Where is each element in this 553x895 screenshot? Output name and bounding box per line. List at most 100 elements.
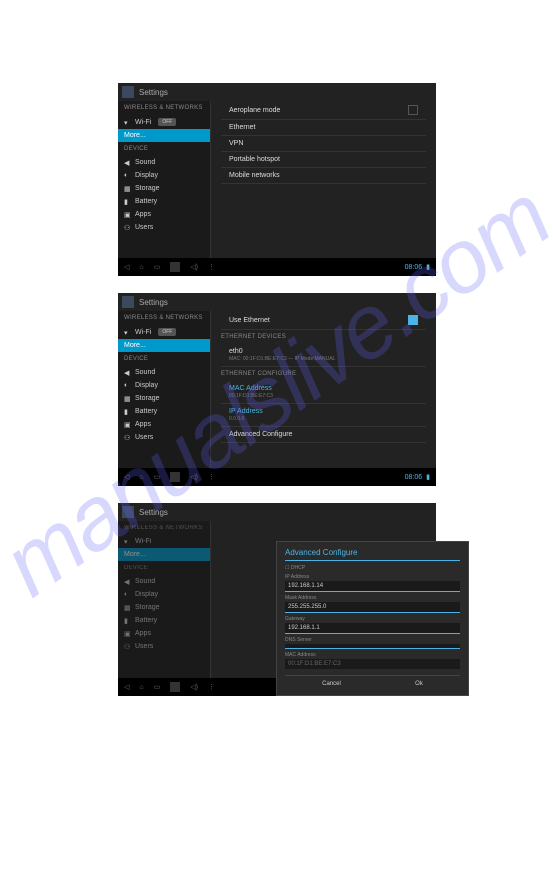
sidebar-item-more[interactable]: More... [118,129,210,142]
back-icon[interactable]: ◁ [124,473,129,481]
sidebar-item-storage[interactable]: ▦Storage [118,392,210,405]
row-ethernet[interactable]: Ethernet [221,120,426,136]
recent-icon[interactable]: ▭ [154,683,161,691]
sidebar-item-sound: ◀Sound [118,575,210,588]
clock: 08:06 [405,264,423,271]
mask-label: Mask Address [285,595,460,601]
gateway-label: Gateway [285,616,460,622]
app-header: Settings [118,293,436,311]
sidebar-item-wifi[interactable]: ▾Wi-FiOFF [118,325,210,339]
home-icon[interactable]: ⌂ [139,474,143,481]
settings-icon [122,296,134,308]
dhcp-checkbox-label[interactable]: ☐ DHCP [285,565,460,571]
screenshot-1: Settings WIRELESS & NETWORKS ▾Wi-FiOFF M… [118,83,436,276]
mask-field[interactable]: 255.255.255.0 [285,602,460,613]
nav-bar: ◁ ⌂ ▭ ◁) ⋮ 08:06▮ [118,468,436,486]
mac-label: MAC Address [285,652,460,658]
screenshot-icon[interactable] [170,682,180,692]
ok-button[interactable]: Ok [405,679,433,689]
wifi-badge: OFF [158,328,176,336]
wifi-badge: OFF [158,118,176,126]
sound-icon: ◀ [124,369,131,376]
row-hotspot[interactable]: Portable hotspot [221,152,426,168]
sidebar-section-device: DEVICE [118,561,210,575]
wifi-icon: ▾ [124,329,131,336]
back-icon[interactable]: ◁ [124,683,129,691]
row-mac: MAC Address00:1F:D1:BE:E7:C3 [221,381,426,404]
main-panel: Use Ethernet ETHERNET DEVICES eth0MAC: 0… [211,311,436,468]
recent-icon[interactable]: ▭ [154,473,161,481]
dns-field[interactable] [285,644,460,649]
battery-icon: ▮ [124,408,131,415]
main-panel: Aeroplane mode Ethernet VPN Portable hot… [211,101,436,258]
header-title: Settings [139,508,168,517]
ip-field[interactable]: 192.168.1.14 [285,581,460,592]
home-icon[interactable]: ⌂ [139,264,143,271]
screenshot-2: Settings WIRELESS & NETWORKS ▾Wi-FiOFF M… [118,293,436,486]
battery-icon: ▮ [124,198,131,205]
apps-icon: ▣ [124,211,131,218]
dns-label: DNS Server [285,637,460,643]
home-icon[interactable]: ⌂ [139,684,143,691]
row-mobile[interactable]: Mobile networks [221,168,426,184]
sidebar-section-wireless: WIRELESS & NETWORKS [118,521,210,535]
clock: 08:06 [405,474,423,481]
settings-icon [122,86,134,98]
volume-icon[interactable]: ◁) [190,683,198,691]
sidebar-item-battery[interactable]: ▮Battery [118,405,210,418]
screenshot-3: Settings WIRELESS & NETWORKS ▾Wi-Fi More… [118,503,436,696]
users-icon: ⚇ [124,224,131,231]
sidebar-item-apps: ▣Apps [118,627,210,640]
row-vpn[interactable]: VPN [221,136,426,152]
sidebar-item-display: ◐Display [118,588,210,601]
battery-status-icon: ▮ [426,473,430,481]
sidebar-item-storage[interactable]: ▦Storage [118,182,210,195]
main-panel: Advanced Configure ☐ DHCP IP Address 192… [211,521,436,678]
sidebar-item-more[interactable]: More... [118,339,210,352]
sidebar-item-sound[interactable]: ◀Sound [118,156,210,169]
sidebar-item-users[interactable]: ⚇Users [118,431,210,444]
aeroplane-toggle[interactable] [408,105,418,115]
header-title: Settings [139,88,168,97]
back-icon[interactable]: ◁ [124,263,129,271]
row-ip: IP Address0.0.0.0 [221,404,426,427]
screenshot-icon[interactable] [170,262,180,272]
sidebar-item-display[interactable]: ◐Display [118,379,210,392]
row-eth0[interactable]: eth0MAC: 00:1F:D1:BE:E7:C3 — IP Mode:MAN… [221,344,426,367]
ethernet-configure-label: ETHERNET CONFIGURE [221,367,426,381]
row-aeroplane[interactable]: Aeroplane mode [221,101,426,120]
sidebar-item-display[interactable]: ◐Display [118,169,210,182]
mac-field: 00:1F:D1:BE:E7:C3 [285,659,460,669]
wifi-icon: ▾ [124,119,131,126]
cancel-button[interactable]: Cancel [312,679,351,689]
volume-icon[interactable]: ◁) [190,263,198,271]
sidebar-item-battery[interactable]: ▮Battery [118,195,210,208]
sidebar-item-sound[interactable]: ◀Sound [118,366,210,379]
sidebar-item-apps[interactable]: ▣Apps [118,418,210,431]
sound-icon: ◀ [124,159,131,166]
sidebar-section-wireless: WIRELESS & NETWORKS [118,311,210,325]
sidebar-item-apps[interactable]: ▣Apps [118,208,210,221]
sidebar-item-users: ⚇Users [118,640,210,653]
sidebar: WIRELESS & NETWORKS ▾Wi-FiOFF More... DE… [118,311,211,468]
sidebar-section-device: DEVICE [118,352,210,366]
menu-icon[interactable]: ⋮ [208,473,215,481]
recent-icon[interactable]: ▭ [154,263,161,271]
sidebar-item-users[interactable]: ⚇Users [118,221,210,234]
gateway-field[interactable]: 192.168.1.1 [285,623,460,634]
ethernet-devices-label: ETHERNET DEVICES [221,330,426,344]
volume-icon[interactable]: ◁) [190,473,198,481]
ip-label: IP Address [285,574,460,580]
row-use-ethernet[interactable]: Use Ethernet [221,311,426,330]
row-advanced[interactable]: Advanced Configure [221,427,426,443]
menu-icon[interactable]: ⋮ [208,263,215,271]
storage-icon: ▦ [124,395,131,402]
sidebar-item-wifi[interactable]: ▾Wi-FiOFF [118,115,210,129]
nav-bar: ◁ ⌂ ▭ ◁) ⋮ 08:06▮ [118,258,436,276]
ethernet-checkbox[interactable] [408,315,418,325]
battery-status-icon: ▮ [426,263,430,271]
screenshot-icon[interactable] [170,472,180,482]
settings-icon [122,506,134,518]
menu-icon[interactable]: ⋮ [208,683,215,691]
header-title: Settings [139,298,168,307]
